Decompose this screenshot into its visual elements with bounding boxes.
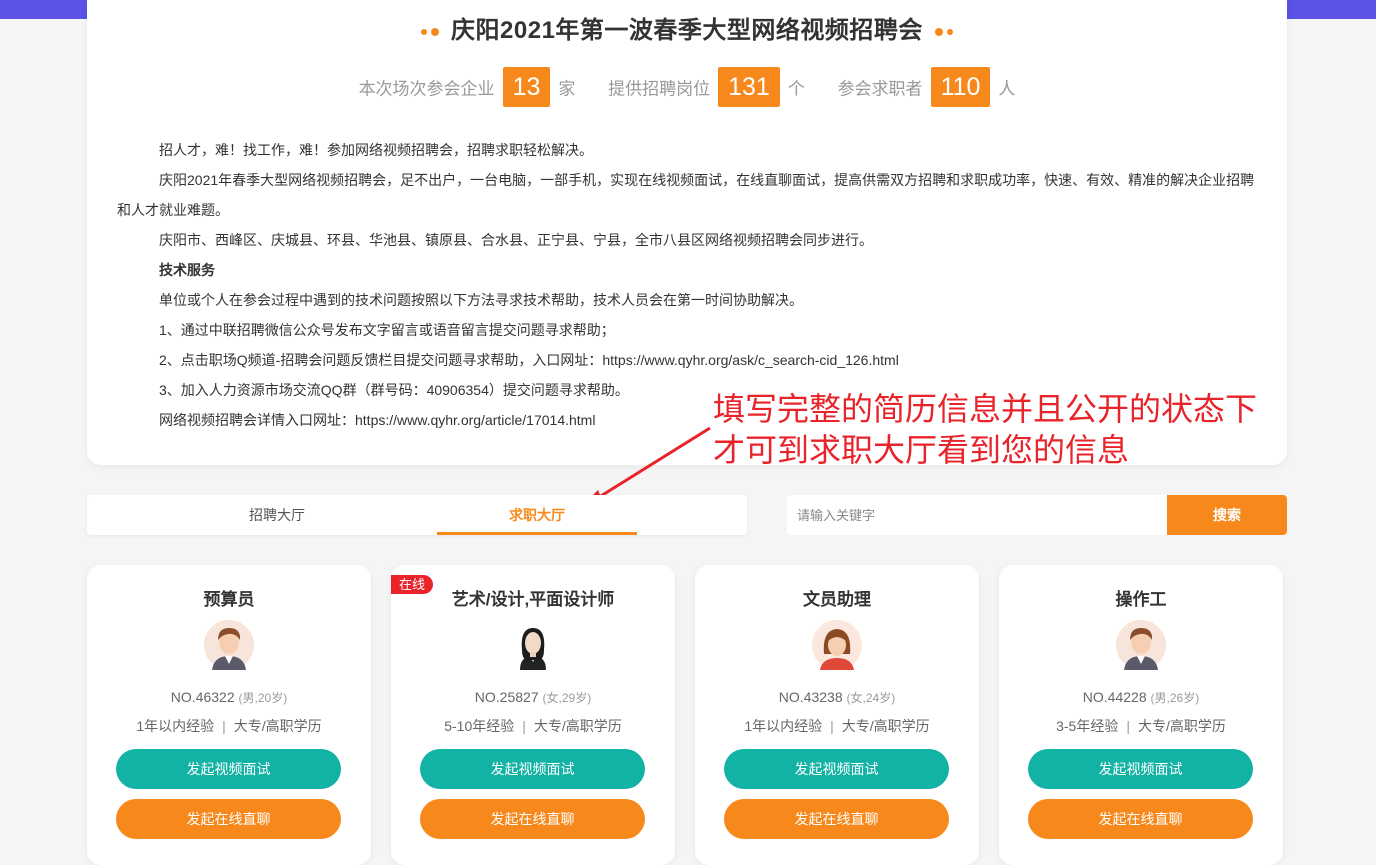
intro-paragraph: 庆阳市、西峰区、庆城县、环县、华池县、镇原县、合水县、正宁县、宁县，全市八县区网…: [159, 232, 873, 248]
separator: |: [1126, 718, 1130, 734]
candidate-education: 大专/高职学历: [233, 718, 322, 734]
online-chat-button[interactable]: 发起在线直聊: [116, 799, 341, 839]
tab-jobseeker-hall[interactable]: 求职大厅: [437, 495, 637, 535]
intro-paragraph: 招人才，难！找工作，难！参加网络视频招聘会，招聘求职轻松解决。: [159, 142, 593, 158]
photo-avatar-icon: [508, 620, 558, 670]
candidate-qualifications: 1年以内经验 | 大专/高职学历: [695, 716, 979, 736]
stat-jobseekers: 参会求职者 110 人: [837, 67, 1016, 107]
stat-companies: 本次场次参会企业 13 家: [358, 67, 576, 107]
help-item: 1、通过中联招聘微信公众号发布文字留言或语音留言提交问题寻求帮助；: [159, 322, 615, 338]
male-avatar-icon: [204, 620, 254, 670]
candidate-no: NO.44228: [1082, 689, 1147, 705]
candidate-card: 在线 艺术/设计,平面设计师 NO.25827 (女,29岁) 5-10年经验 |…: [391, 565, 675, 865]
video-interview-button[interactable]: 发起视频面试: [724, 749, 949, 789]
hall-tabs: 招聘大厅 求职大厅: [87, 495, 747, 535]
intro-paragraph: 庆阳2021年春季大型网络视频招聘会，足不出户，一台电脑，一部手机，实现在线视频…: [117, 172, 1255, 218]
female-avatar-icon: [812, 620, 862, 670]
fair-stats: 本次场次参会企业 13 家 提供招聘岗位 131 个 参会求职者 110 人: [87, 67, 1287, 107]
candidate-experience: 1年以内经验: [744, 718, 823, 734]
candidate-experience: 5-10年经验: [444, 718, 515, 734]
stat-value: 110: [930, 67, 991, 107]
candidate-no: NO.43238: [778, 689, 843, 705]
video-interview-button[interactable]: 发起视频面试: [116, 749, 341, 789]
male-avatar-icon: [1116, 620, 1166, 670]
candidate-title: 预算员: [203, 590, 255, 609]
candidate-education: 大专/高职学历: [1137, 718, 1226, 734]
stat-label: 本次场次参会企业: [358, 79, 495, 99]
candidate-experience: 3-5年经验: [1056, 718, 1119, 734]
candidate-meta: (男,20岁): [238, 691, 288, 705]
title-dots-left-icon: [419, 18, 441, 46]
candidate-card: 文员助理 NO.43238 (女,24岁) 1年以内经验 | 大专/高职学历 发起视…: [695, 565, 979, 865]
candidate-experience: 1年以内经验: [136, 718, 215, 734]
candidate-number: NO.44228 (男,26岁): [999, 689, 1283, 706]
candidate-meta: (女,29岁): [542, 691, 592, 705]
fair-title-row: 庆阳2021年第一波春季大型网络视频招聘会: [87, 10, 1287, 46]
candidate-card: 预算员 NO.46322 (男,20岁) 1年以内经验 | 大专/高职学历 发起视频…: [87, 565, 371, 865]
candidate-qualifications: 1年以内经验 | 大专/高职学历: [87, 716, 371, 736]
separator: |: [522, 718, 526, 734]
candidate-education: 大专/高职学历: [841, 718, 930, 734]
search-button[interactable]: 搜索: [1167, 495, 1287, 535]
separator: |: [222, 718, 226, 734]
online-chat-button[interactable]: 发起在线直聊: [1028, 799, 1253, 839]
title-dots-right-icon: [933, 18, 955, 46]
video-interview-button[interactable]: 发起视频面试: [1028, 749, 1253, 789]
candidate-title: 文员助理: [803, 590, 871, 609]
candidate-title: 艺术/设计,平面设计师: [451, 590, 615, 609]
candidate-qualifications: 5-10年经验 | 大专/高职学历: [391, 716, 675, 736]
help-item[interactable]: 2、点击职场Q频道-招聘会问题反馈栏目提交问题寻求帮助，入口网址：https:/…: [117, 345, 1257, 375]
top-banner-left: [0, 0, 87, 19]
intro-paragraph: 单位或个人在参会过程中遇到的技术问题按照以下方法寻求技术帮助，技术人员会在第一时…: [159, 292, 803, 308]
candidate-education: 大专/高职学历: [533, 718, 622, 734]
stat-unit: 人: [998, 79, 1016, 99]
candidate-number: NO.43238 (女,24岁): [695, 689, 979, 706]
stat-value: 13: [502, 67, 551, 107]
stat-label: 参会求职者: [837, 79, 923, 99]
separator: |: [830, 718, 834, 734]
candidate-number: NO.46322 (男,20岁): [87, 689, 371, 706]
candidate-card: 操作工 NO.44228 (男,26岁) 3-5年经验 | 大专/高职学历 发起视频…: [999, 565, 1283, 865]
search-input[interactable]: [787, 495, 1167, 535]
video-interview-button[interactable]: 发起视频面试: [420, 749, 645, 789]
online-chat-button[interactable]: 发起在线直聊: [724, 799, 949, 839]
candidate-no: NO.25827: [474, 689, 539, 705]
candidate-meta: (女,24岁): [846, 691, 896, 705]
annotation-note: 填写完整的简历信息并且公开的状态下才可到求职大厅看到您的信息: [713, 390, 1258, 469]
top-banner-right: [1287, 0, 1376, 19]
stat-positions: 提供招聘岗位 131 个: [608, 67, 805, 107]
stat-unit: 个: [787, 79, 805, 99]
candidate-title: 操作工: [1115, 590, 1167, 609]
fair-title: 庆阳2021年第一波春季大型网络视频招聘会: [451, 17, 923, 44]
candidate-number: NO.25827 (女,29岁): [391, 689, 675, 706]
stat-unit: 家: [558, 79, 576, 99]
stat-value: 131: [718, 67, 780, 107]
online-chat-button[interactable]: 发起在线直聊: [420, 799, 645, 839]
candidate-meta: (男,26岁): [1150, 691, 1200, 705]
candidate-no: NO.46322: [170, 689, 235, 705]
stat-label: 提供招聘岗位: [608, 79, 711, 99]
tech-service-heading: 技术服务: [159, 262, 215, 278]
tab-recruitment-hall[interactable]: 招聘大厅: [177, 495, 377, 535]
candidate-qualifications: 3-5年经验 | 大专/高职学历: [999, 716, 1283, 736]
